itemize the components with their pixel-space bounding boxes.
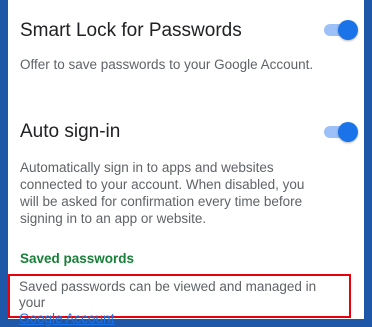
- toggle-knob: [338, 122, 358, 142]
- auto-signin-title: Auto sign-in: [20, 121, 121, 142]
- auto-signin-toggle[interactable]: [322, 122, 358, 142]
- toggle-knob: [338, 20, 358, 40]
- saved-passwords-text: Saved passwords can be viewed and manage…: [19, 279, 317, 310]
- auto-signin-description: Automatically sign in to apps and websit…: [20, 160, 305, 226]
- saved-passwords-info: Saved passwords can be viewed and manage…: [8, 274, 351, 326]
- smart-lock-title: Smart Lock for Passwords: [20, 20, 242, 41]
- smart-lock-description: Offer to save passwords to your Google A…: [20, 57, 314, 72]
- saved-passwords-header: Saved passwords: [20, 251, 135, 266]
- smart-lock-setting: Smart Lock for Passwords Offer to save p…: [8, 0, 364, 73]
- auto-signin-setting: Auto sign-in Automatically sign in to ap…: [8, 73, 364, 227]
- smart-lock-toggle[interactable]: [322, 20, 358, 40]
- settings-panel: Smart Lock for Passwords Offer to save p…: [8, 0, 364, 319]
